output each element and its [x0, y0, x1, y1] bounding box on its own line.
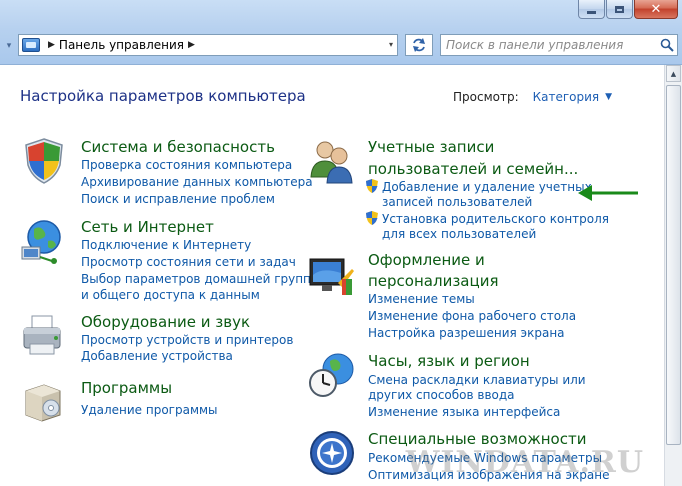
category-title-clock[interactable]: Часы, язык и регион — [368, 351, 530, 372]
annotation-arrow-icon — [578, 185, 638, 201]
search-button[interactable] — [657, 36, 677, 54]
accessibility-icon[interactable] — [308, 429, 356, 477]
view-label: Просмотр: — [453, 90, 519, 104]
window-chrome: ✕ ▾ ▶ Панель управления ▶ ▾ Поиск в пане… — [0, 0, 682, 65]
link-change-display-language[interactable]: Изменение языка интерфейса — [368, 404, 560, 420]
search-box[interactable]: Поиск в панели управления — [440, 34, 678, 56]
link-parental-controls[interactable]: Установка родительского контроля — [382, 211, 609, 227]
refresh-button[interactable] — [405, 34, 433, 56]
breadcrumb-arrow-icon[interactable]: ▶ — [188, 40, 195, 50]
refresh-icon — [413, 38, 425, 52]
breadcrumb-arrow-icon[interactable]: ▶ — [48, 40, 55, 50]
link-add-remove-accounts-cont[interactable]: записей пользователей — [382, 194, 532, 210]
programs-box-icon[interactable] — [20, 377, 68, 425]
link-change-background[interactable]: Изменение фона рабочего стола — [368, 308, 576, 324]
link-change-keyboard-cont[interactable]: других способов ввода — [368, 387, 515, 403]
caption-buttons: ✕ — [577, 0, 678, 22]
link-homegroup[interactable]: Выбор параметров домашней группы — [81, 271, 320, 287]
link-add-remove-accounts[interactable]: Добавление и удаление учетных — [382, 179, 592, 195]
view-mode-link[interactable]: Категория — [533, 90, 600, 104]
link-connect-internet[interactable]: Подключение к Интернету — [81, 237, 251, 253]
category-title-system[interactable]: Система и безопасность — [81, 137, 275, 158]
address-dropdown-icon[interactable]: ▾ — [389, 40, 393, 49]
breadcrumb-control-panel[interactable]: Панель управления — [59, 38, 184, 52]
content-pane: Настройка параметров компьютера Просмотр… — [0, 65, 664, 486]
category-title-appearance[interactable]: Оформление и — [368, 250, 485, 271]
page-title: Настройка параметров компьютера — [20, 87, 306, 105]
link-network-status[interactable]: Просмотр состояния сети и задач — [81, 254, 296, 270]
link-check-computer-status[interactable]: Проверка состояния компьютера — [81, 157, 292, 173]
close-icon: ✕ — [650, 1, 662, 17]
maximize-button[interactable] — [606, 0, 633, 19]
link-change-keyboard[interactable]: Смена раскладки клавиатуры или — [368, 372, 586, 388]
link-troubleshoot[interactable]: Поиск и исправление проблем — [81, 191, 275, 207]
users-icon[interactable] — [308, 137, 356, 185]
minimize-icon — [587, 10, 596, 14]
category-title-programs[interactable]: Программы — [81, 378, 172, 399]
close-button[interactable]: ✕ — [634, 0, 678, 19]
scroll-up-button[interactable]: ▲ — [666, 65, 681, 82]
link-backup-computer[interactable]: Архивирование данных компьютера — [81, 174, 313, 190]
view-selector: Просмотр: Категория ▼ — [453, 90, 612, 104]
watermark-text: WINDATA.RU — [405, 445, 644, 480]
security-shield-icon[interactable] — [20, 137, 68, 185]
scroll-thumb[interactable] — [666, 85, 681, 445]
address-bar[interactable]: ▶ Панель управления ▶ ▾ — [18, 34, 398, 56]
recent-pages-button[interactable]: ▾ — [0, 36, 18, 56]
vertical-scrollbar[interactable]: ▲ — [664, 65, 682, 486]
control-panel-icon — [22, 38, 40, 52]
link-screen-resolution[interactable]: Настройка разрешения экрана — [368, 325, 565, 341]
category-title-users-line2[interactable]: пользователей и семейн... — [368, 159, 578, 180]
chevron-down-icon[interactable]: ▼ — [605, 92, 612, 102]
category-title-users[interactable]: Учетные записи — [368, 137, 494, 158]
link-devices-printers[interactable]: Просмотр устройств и принтеров — [81, 332, 293, 348]
category-title-appearance-line2[interactable]: персонализация — [368, 271, 498, 292]
search-icon — [660, 38, 674, 52]
category-title-network[interactable]: Сеть и Интернет — [81, 217, 214, 238]
uac-shield-icon — [366, 211, 378, 225]
uac-shield-icon — [366, 179, 378, 193]
search-input[interactable]: Поиск в панели управления — [446, 38, 657, 52]
appearance-monitor-icon[interactable] — [308, 253, 356, 301]
link-parental-controls-cont[interactable]: для всех пользователей — [382, 226, 536, 242]
printer-icon[interactable] — [20, 312, 68, 360]
category-title-hardware[interactable]: Оборудование и звук — [81, 312, 250, 333]
link-add-device[interactable]: Добавление устройства — [81, 348, 233, 364]
maximize-icon — [615, 5, 624, 13]
minimize-button[interactable] — [578, 0, 605, 19]
network-globe-icon[interactable] — [18, 217, 66, 265]
link-change-theme[interactable]: Изменение темы — [368, 291, 475, 307]
control-panel-window: ✕ ▾ ▶ Панель управления ▶ ▾ Поиск в пане… — [0, 0, 682, 486]
link-homegroup-cont[interactable]: и общего доступа к данным — [81, 287, 260, 303]
link-uninstall-program[interactable]: Удаление программы — [81, 402, 218, 418]
clock-globe-icon[interactable] — [308, 351, 356, 399]
